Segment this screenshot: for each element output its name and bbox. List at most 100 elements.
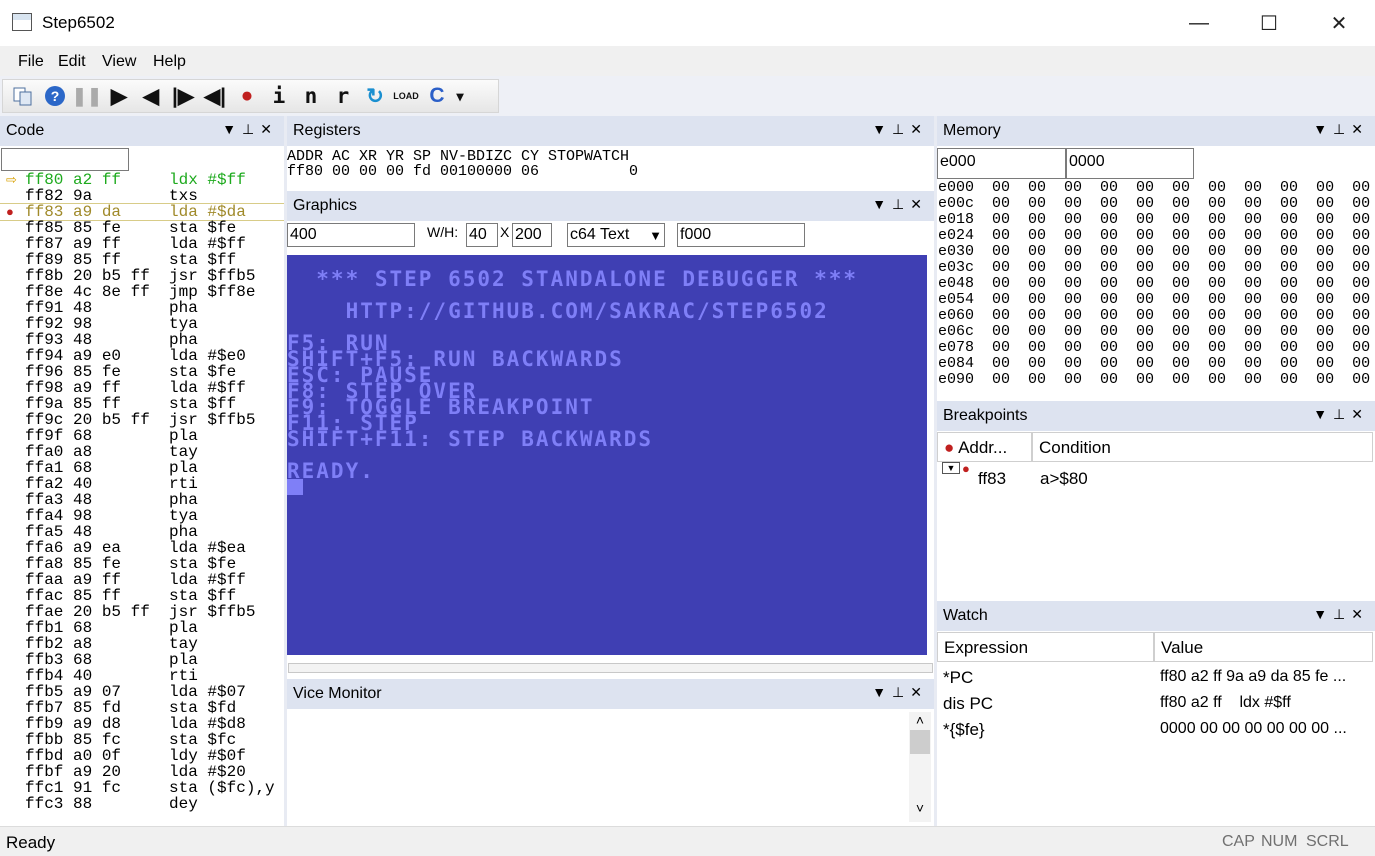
graphics-address-input[interactable]: 400 <box>287 223 415 247</box>
code-line[interactable]: ffb2 a8 tay <box>0 636 284 652</box>
overflow-icon[interactable]: ▾ <box>453 81 467 111</box>
memory-row[interactable]: e024 00 00 00 00 00 00 00 00 00 00 00 00 <box>938 228 1375 244</box>
memory-count-input[interactable]: 0000 <box>1066 148 1194 179</box>
code-line[interactable]: ffa1 68 pla <box>0 460 284 476</box>
scroll-thumb[interactable] <box>910 730 930 754</box>
code-line[interactable]: ffbf a9 20 lda #$20 <box>0 764 284 780</box>
code-line[interactable]: ff94 a9 e0 lda #$e0 <box>0 348 284 364</box>
code-line[interactable]: ff82 9a txs <box>0 188 284 204</box>
memory-row[interactable]: e030 00 00 00 00 00 00 00 00 00 00 00 00 <box>938 244 1375 260</box>
code-line[interactable]: ff8e 4c 8e ff jmp $ff8e <box>0 284 284 300</box>
memory-address-input[interactable]: e000 <box>937 148 1066 179</box>
graphics-scrollbar[interactable] <box>288 663 933 673</box>
code-line[interactable]: ff87 a9 ff lda #$ff <box>0 236 284 252</box>
load-icon[interactable]: LOAD <box>391 81 421 111</box>
memory-row[interactable]: e084 00 00 00 00 00 00 00 00 00 00 00 00 <box>938 356 1375 372</box>
pause-icon[interactable]: ❚❚ <box>71 81 103 111</box>
pane-controls[interactable]: ▼⊥✕ <box>1313 406 1369 423</box>
breakpoint-icon[interactable]: ● <box>231 81 263 111</box>
watch-expr[interactable]: *PC <box>943 668 973 688</box>
code-line[interactable]: ffae 20 b5 ff jsr $ffb5 <box>0 604 284 620</box>
menu-view[interactable]: View <box>102 53 136 71</box>
step-forward-icon[interactable]: |▶ <box>167 81 199 111</box>
code-line[interactable]: ffa5 48 pha <box>0 524 284 540</box>
code-line[interactable]: ffb3 68 pla <box>0 652 284 668</box>
watch-col-value[interactable]: Value <box>1154 632 1373 662</box>
code-line[interactable]: ff91 48 pha <box>0 300 284 316</box>
bp-checkbox[interactable]: ▼ <box>942 462 960 474</box>
run-backwards-icon[interactable]: ◀| <box>199 81 231 111</box>
close-button[interactable]: ✕ <box>1316 0 1362 46</box>
code-line[interactable]: ff8b 20 b5 ff jsr $ffb5 <box>0 268 284 284</box>
code-line[interactable]: ffa6 a9 ea lda #$ea <box>0 540 284 556</box>
c64-icon[interactable]: C <box>421 81 453 111</box>
code-line[interactable]: ffb1 68 pla <box>0 620 284 636</box>
memory-row[interactable]: e060 00 00 00 00 00 00 00 00 00 00 00 00 <box>938 308 1375 324</box>
reload-icon[interactable]: ↻ <box>359 81 391 111</box>
code-line[interactable]: ffa2 40 rti <box>0 476 284 492</box>
code-line[interactable]: ffbd a0 0f ldy #$0f <box>0 748 284 764</box>
watch-expr[interactable]: dis PC <box>943 694 993 714</box>
pane-controls[interactable]: ▼⊥✕ <box>872 684 928 701</box>
graphics-height-input[interactable]: 200 <box>512 223 552 247</box>
code-line[interactable]: ffbb 85 fc sta $fc <box>0 732 284 748</box>
code-line[interactable]: ffc1 91 fc sta ($fc),y <box>0 780 284 796</box>
menu-edit[interactable]: Edit <box>58 53 86 71</box>
pane-controls[interactable]: ▼⊥✕ <box>872 121 928 138</box>
menu-help[interactable]: Help <box>153 53 186 71</box>
memory-row[interactable]: e090 00 00 00 00 00 00 00 00 00 00 00 00 <box>938 372 1375 388</box>
vice-scrollbar[interactable]: ˄ ˅ <box>909 712 931 822</box>
code-line[interactable]: ● ff83 a9 da lda #$da <box>0 203 285 221</box>
run-icon[interactable]: ▶ <box>103 81 135 111</box>
code-line[interactable]: ff9f 68 pla <box>0 428 284 444</box>
code-filter-input[interactable] <box>1 148 129 171</box>
watch-col-expression[interactable]: Expression <box>937 632 1154 662</box>
code-line[interactable]: ffc3 88 dey <box>0 796 284 812</box>
help-icon[interactable]: ? <box>39 81 71 111</box>
pane-controls[interactable]: ▼⊥✕ <box>872 196 928 213</box>
code-line[interactable]: ff89 85 ff sta $ff <box>0 252 284 268</box>
graphics-font-input[interactable]: f000 <box>677 223 805 247</box>
memory-dump[interactable]: e000 00 00 00 00 00 00 00 00 00 00 00 00… <box>938 180 1375 388</box>
code-line[interactable]: ffb4 40 rti <box>0 668 284 684</box>
code-line[interactable]: ⇨ ff80 a2 ff ldx #$ff <box>0 172 284 188</box>
bp-col-condition[interactable]: Condition <box>1032 432 1373 462</box>
memory-row[interactable]: e078 00 00 00 00 00 00 00 00 00 00 00 00 <box>938 340 1375 356</box>
memory-row[interactable]: e00c 00 00 00 00 00 00 00 00 00 00 00 00 <box>938 196 1375 212</box>
code-line[interactable]: ffb7 85 fd sta $fd <box>0 700 284 716</box>
code-line[interactable]: ff9c 20 b5 ff jsr $ffb5 <box>0 412 284 428</box>
code-line[interactable]: ffa4 98 tya <box>0 508 284 524</box>
scroll-up-icon[interactable]: ˄ <box>909 712 931 728</box>
code-line[interactable]: ff93 48 pha <box>0 332 284 348</box>
copy-icon[interactable] <box>7 81 39 111</box>
code-listing[interactable]: ⇨ ff80 a2 ff ldx #$ff ff82 9a txs ● ff83 a9 … <box>0 172 285 812</box>
memory-row[interactable]: e03c 00 00 00 00 00 00 00 00 00 00 00 00 <box>938 260 1375 276</box>
code-line[interactable]: ffb5 a9 07 lda #$07 <box>0 684 284 700</box>
step-over-icon[interactable]: n <box>295 81 327 111</box>
code-line[interactable]: ff92 98 tya <box>0 316 284 332</box>
code-line[interactable]: ff85 85 fe sta $fe <box>0 220 284 236</box>
code-line[interactable]: ffb9 a9 d8 lda #$d8 <box>0 716 284 732</box>
code-line[interactable]: ffa0 a8 tay <box>0 444 284 460</box>
bp-col-addr[interactable]: ● Addr... <box>937 432 1032 462</box>
menu-file[interactable]: File <box>18 53 44 71</box>
graphics-width-input[interactable]: 40 <box>466 223 498 247</box>
memory-row[interactable]: e048 00 00 00 00 00 00 00 00 00 00 00 00 <box>938 276 1375 292</box>
watch-expr[interactable]: *{$fe} <box>943 720 985 740</box>
step-out-icon[interactable]: r <box>327 81 359 111</box>
step-back-icon[interactable]: ◀ <box>135 81 167 111</box>
code-line[interactable]: ffa3 48 pha <box>0 492 284 508</box>
code-line[interactable]: ffac 85 ff sta $ff <box>0 588 284 604</box>
scroll-down-icon[interactable]: ˅ <box>909 800 931 816</box>
memory-row[interactable]: e054 00 00 00 00 00 00 00 00 00 00 00 00 <box>938 292 1375 308</box>
bp-addr[interactable]: ff83 <box>978 469 1006 489</box>
bp-condition[interactable]: a>$80 <box>1040 469 1088 489</box>
pane-controls[interactable]: ▼⊥✕ <box>1313 606 1369 623</box>
memory-row[interactable]: e000 00 00 00 00 00 00 00 00 00 00 00 00 <box>938 180 1375 196</box>
step-into-icon[interactable]: i <box>263 81 295 111</box>
graphics-mode-select[interactable]: c64 Text ▼ <box>567 223 665 247</box>
maximize-button[interactable]: ☐ <box>1246 0 1292 46</box>
memory-row[interactable]: e018 00 00 00 00 00 00 00 00 00 00 00 00 <box>938 212 1375 228</box>
registers-values[interactable]: ff80 00 00 00 fd 00100000 06 0 <box>287 164 934 179</box>
pane-controls[interactable]: ▼⊥✕ <box>222 121 278 138</box>
